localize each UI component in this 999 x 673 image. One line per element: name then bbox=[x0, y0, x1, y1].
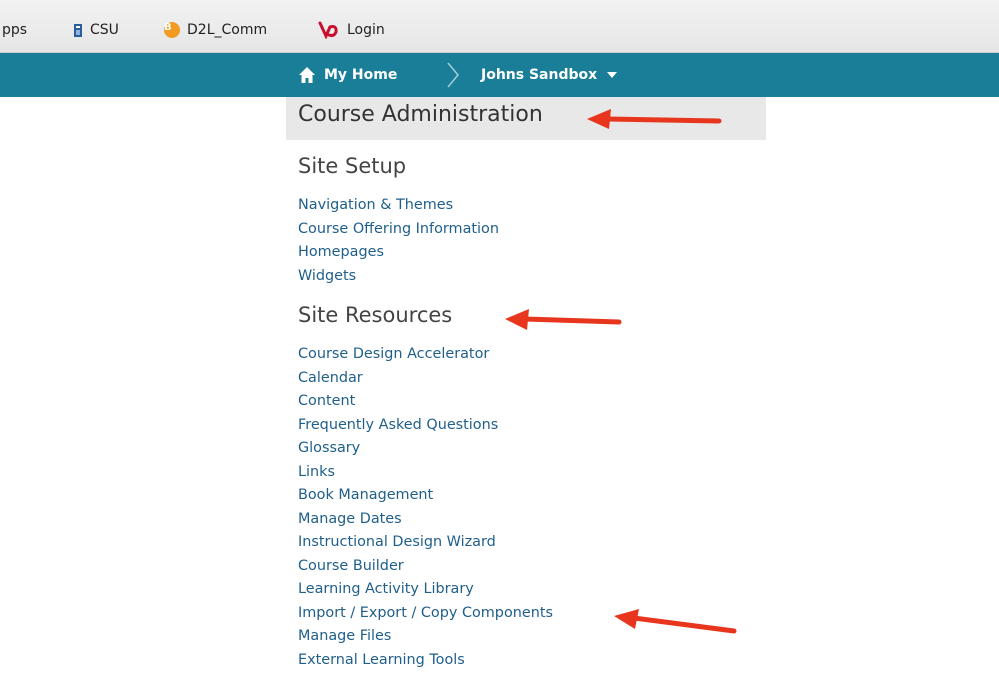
link-instructional-design-wizard[interactable]: Instructional Design Wizard bbox=[298, 531, 553, 555]
red-arrow-icon bbox=[614, 609, 737, 634]
section-title-site-setup: Site Setup bbox=[298, 154, 407, 178]
bookmark-label: D2L_Comm bbox=[187, 22, 268, 38]
course-selector[interactable]: Johns Sandbox bbox=[481, 53, 618, 97]
link-faq[interactable]: Frequently Asked Questions bbox=[298, 414, 553, 438]
bookmark-label: Login bbox=[347, 22, 385, 38]
course-selector-label: Johns Sandbox bbox=[481, 67, 598, 83]
red-arrow-icon bbox=[505, 309, 622, 330]
link-widgets[interactable]: Widgets bbox=[298, 265, 499, 289]
my-home-link[interactable]: My Home bbox=[298, 53, 397, 97]
site-resources-links: Course Design Accelerator Calendar Conte… bbox=[298, 343, 553, 672]
link-manage-files[interactable]: Manage Files bbox=[298, 625, 553, 649]
link-learning-activity-library[interactable]: Learning Activity Library bbox=[298, 578, 553, 602]
d2l-logo-icon bbox=[318, 21, 338, 39]
link-book-management[interactable]: Book Management bbox=[298, 484, 553, 508]
bookmarks-bar: pps CSU B D2L_Comm Login bbox=[0, 0, 999, 53]
course-navbar: My Home Johns Sandbox bbox=[0, 53, 999, 97]
link-homepages[interactable]: Homepages bbox=[298, 241, 499, 265]
bookmark-label: CSU bbox=[90, 22, 119, 38]
link-glossary[interactable]: Glossary bbox=[298, 437, 553, 461]
bookmark-label: pps bbox=[2, 22, 28, 38]
red-arrow-icon bbox=[587, 109, 722, 129]
orange-circle-icon: B bbox=[164, 22, 180, 38]
link-course-builder[interactable]: Course Builder bbox=[298, 555, 553, 579]
bookmark-apps[interactable]: pps bbox=[2, 20, 27, 40]
page-title: Course Administration bbox=[298, 102, 543, 127]
bookmark-login[interactable]: Login bbox=[318, 20, 385, 40]
link-external-learning-tools[interactable]: External Learning Tools bbox=[298, 649, 553, 673]
site-setup-links: Navigation & Themes Course Offering Info… bbox=[298, 194, 499, 288]
section-title-site-resources: Site Resources bbox=[298, 303, 453, 327]
my-home-label: My Home bbox=[324, 67, 398, 83]
link-manage-dates[interactable]: Manage Dates bbox=[298, 508, 553, 532]
link-course-design-accelerator[interactable]: Course Design Accelerator bbox=[298, 343, 553, 367]
bookmark-csu[interactable]: CSU bbox=[73, 20, 119, 40]
bookmark-d2l-comm[interactable]: B D2L_Comm bbox=[164, 20, 267, 40]
link-links[interactable]: Links bbox=[298, 461, 553, 485]
link-content[interactable]: Content bbox=[298, 390, 553, 414]
breadcrumb-separator-icon bbox=[447, 62, 459, 88]
link-navigation-themes[interactable]: Navigation & Themes bbox=[298, 194, 499, 218]
link-course-offering-information[interactable]: Course Offering Information bbox=[298, 218, 499, 242]
book-icon bbox=[74, 23, 82, 37]
home-icon bbox=[299, 67, 315, 83]
link-import-export-copy-components[interactable]: Import / Export / Copy Components bbox=[298, 602, 553, 626]
link-calendar[interactable]: Calendar bbox=[298, 367, 553, 391]
chevron-down-icon bbox=[607, 72, 618, 78]
